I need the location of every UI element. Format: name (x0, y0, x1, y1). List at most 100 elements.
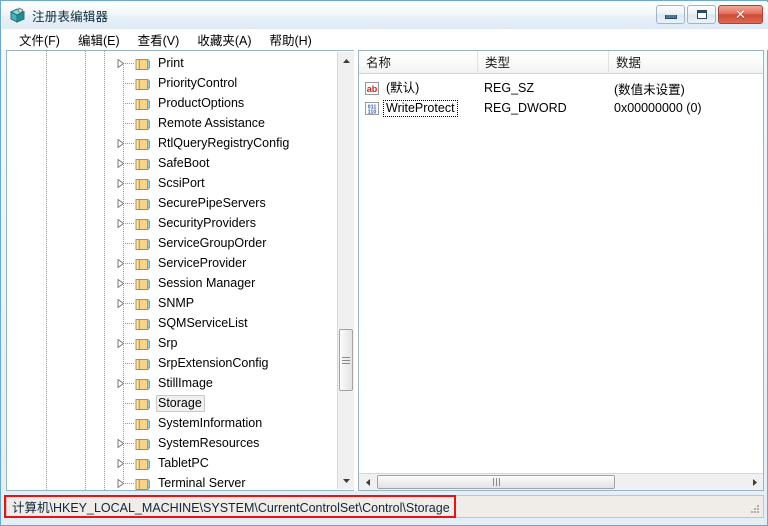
tree-vertical-scrollbar[interactable] (337, 52, 354, 489)
tree-connector-line (123, 403, 124, 413)
tree-connector-line (123, 233, 124, 243)
resize-grip-icon[interactable] (748, 503, 760, 515)
expand-arrow-icon[interactable] (115, 58, 126, 69)
column-header-type[interactable]: 类型 (478, 51, 609, 72)
tree-item-scsiport[interactable]: ScsiPort (7, 173, 337, 193)
expand-arrow-icon[interactable] (115, 178, 126, 189)
folder-icon (135, 196, 151, 211)
tree-item-label: Print (158, 55, 184, 70)
tree-connector-line (123, 323, 134, 324)
expand-arrow-icon[interactable] (115, 218, 126, 229)
folder-icon (135, 236, 151, 251)
scroll-right-arrow[interactable] (746, 474, 763, 490)
tree-item-label: ScsiPort (158, 175, 205, 190)
tree-item-sqmservicelist[interactable]: SQMServiceList (7, 313, 337, 333)
scrollbar-grip-icon (492, 478, 500, 486)
tree-item-storage[interactable]: Storage (7, 393, 337, 413)
tree-item-label: SecurePipeServers (158, 195, 266, 210)
scroll-down-arrow[interactable] (338, 472, 354, 489)
menu-view[interactable]: 查看(V) (129, 28, 189, 51)
tree-item-print[interactable]: Print (7, 53, 337, 73)
tree-item-remote-assistance[interactable]: Remote Assistance (7, 113, 337, 133)
expand-arrow-icon[interactable] (115, 258, 126, 269)
menu-favorites[interactable]: 收藏夹(A) (188, 28, 260, 51)
expand-arrow-icon[interactable] (115, 198, 126, 209)
registry-editor-window: 注册表编辑器 ✕ 文件(F) 编辑(E) 查看(V) 收藏夹(A) 帮助(H) (0, 0, 768, 526)
registry-values-list[interactable]: 名称 类型 数据 ab (默认) REG_SZ (数值未设置) 011 110 … (358, 50, 764, 491)
expand-arrow-icon[interactable] (115, 478, 126, 489)
tree-item-label: StillImage (158, 375, 213, 390)
tree-item-label: SQMServiceList (158, 315, 248, 330)
string-value-icon: ab (364, 81, 380, 96)
tree-item-servicegrouporder[interactable]: ServiceGroupOrder (7, 233, 337, 253)
minimize-button[interactable] (656, 5, 685, 24)
value-data: 0x00000000 (0) (614, 101, 702, 115)
tree-item-srpextensionconfig[interactable]: SrpExtensionConfig (7, 353, 337, 373)
table-row[interactable]: 011 110 WriteProtect REG_DWORD 0x0000000… (359, 98, 763, 118)
folder-icon (135, 336, 151, 351)
column-header-name[interactable]: 名称 (359, 51, 478, 72)
list-horizontal-scrollbar[interactable] (359, 473, 763, 490)
tree-connector-line (123, 393, 124, 403)
scroll-up-arrow[interactable] (338, 52, 354, 69)
folder-icon (135, 376, 151, 391)
tree-item-rtlqueryregistryconfig[interactable]: RtlQueryRegistryConfig (7, 133, 337, 153)
tree-connector-line (123, 73, 124, 83)
tree-item-securityproviders[interactable]: SecurityProviders (7, 213, 337, 233)
tree-item-session-manager[interactable]: Session Manager (7, 273, 337, 293)
maximize-button[interactable] (687, 5, 716, 24)
tree-item-safeboot[interactable]: SafeBoot (7, 153, 337, 173)
tree-scrollbar-thumb[interactable] (339, 329, 353, 391)
tree-connector-line (123, 363, 134, 364)
close-button[interactable]: ✕ (718, 5, 763, 24)
expand-arrow-icon[interactable] (115, 138, 126, 149)
menu-help[interactable]: 帮助(H) (260, 28, 320, 51)
column-header-data[interactable]: 数据 (609, 51, 763, 72)
expand-arrow-icon[interactable] (115, 438, 126, 449)
tree-item-serviceprovider[interactable]: ServiceProvider (7, 253, 337, 273)
folder-icon (135, 216, 151, 231)
expand-arrow-icon[interactable] (115, 458, 126, 469)
menu-edit[interactable]: 编辑(E) (69, 28, 129, 51)
scroll-left-arrow[interactable] (359, 474, 376, 490)
tree-item-snmp[interactable]: SNMP (7, 293, 337, 313)
folder-icon (135, 256, 151, 271)
tree-item-stillimage[interactable]: StillImage (7, 373, 337, 393)
list-scrollbar-thumb[interactable] (377, 475, 615, 489)
folder-icon (135, 56, 151, 71)
window-controls: ✕ (656, 5, 763, 24)
expand-arrow-icon[interactable] (115, 378, 126, 389)
tree-connector-line (123, 103, 124, 113)
registry-key-tree[interactable]: Print PriorityControl ProductOptions Remote… (6, 50, 354, 491)
tree-item-label: SNMP (158, 295, 195, 310)
folder-icon (135, 276, 151, 291)
tree-item-securepipeservers[interactable]: SecurePipeServers (7, 193, 337, 213)
tree-connector-line (123, 123, 134, 124)
tree-item-terminal-server[interactable]: Terminal Server (7, 473, 337, 490)
folder-icon (135, 316, 151, 331)
tree-item-srp[interactable]: Srp (7, 333, 337, 353)
tree-connector-line (123, 413, 124, 423)
expand-arrow-icon[interactable] (115, 158, 126, 169)
tree-item-systemresources[interactable]: SystemResources (7, 433, 337, 453)
tree-item-tabletpc[interactable]: TabletPC (7, 453, 337, 473)
title-bar[interactable]: 注册表编辑器 ✕ (2, 2, 768, 29)
folder-icon (135, 116, 151, 131)
status-bar: 计算机\HKEY_LOCAL_MACHINE\SYSTEM\CurrentCon… (6, 495, 764, 518)
folder-icon (135, 136, 151, 151)
tree-item-prioritycontrol[interactable]: PriorityControl (7, 73, 337, 93)
tree-item-productoptions[interactable]: ProductOptions (7, 93, 337, 113)
expand-arrow-icon[interactable] (115, 298, 126, 309)
value-name: WriteProtect (383, 99, 458, 117)
tree-item-label: Terminal Server (158, 475, 246, 490)
tree-item-label: SystemInformation (158, 415, 263, 430)
expand-arrow-icon[interactable] (115, 278, 126, 289)
tree-item-label: Remote Assistance (158, 115, 265, 130)
table-row[interactable]: ab (默认) REG_SZ (数值未设置) (359, 78, 763, 98)
folder-icon (135, 156, 151, 171)
tree-connector-line (123, 123, 124, 133)
tree-connector-line (123, 363, 124, 373)
tree-item-systeminformation[interactable]: SystemInformation (7, 413, 337, 433)
menu-file[interactable]: 文件(F) (10, 28, 69, 51)
expand-arrow-icon[interactable] (115, 338, 126, 349)
